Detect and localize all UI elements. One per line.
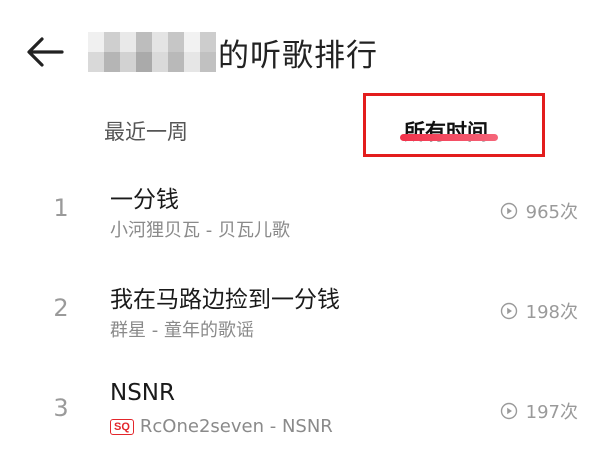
song-artist-album: SQ RcOne2seven - NSNR [110, 416, 333, 437]
play-count-text: 965次 [525, 202, 578, 223]
page-title: 的听歌排行 [218, 37, 378, 74]
song-row[interactable]: 2 我在马路边捡到一分钱 群星 - 童年的歌谣 198次 [0, 260, 600, 360]
song-row[interactable]: 3 NSNR SQ RcOne2seven - NSNR 197次 [0, 360, 600, 450]
play-count: 197次 [500, 398, 578, 424]
song-rank: 1 [53, 194, 69, 222]
redacted-username-mosaic [88, 32, 216, 72]
song-artist-album: 群星 - 童年的歌谣 [110, 316, 254, 342]
song-artist-album: 小河狸贝瓦 - 贝瓦儿歌 [110, 216, 290, 242]
song-title: 一分钱 [110, 187, 179, 213]
play-count-text: 198次 [525, 302, 578, 323]
listening-ranking-page: 的听歌排行 最近一周 所有时间 1 一分钱 小河狸贝瓦 - 贝瓦儿歌 965次 … [0, 0, 600, 450]
song-rank: 2 [53, 294, 69, 322]
tab-recent-week[interactable]: 最近一周 [104, 112, 188, 152]
header: 的听歌排行 [0, 0, 600, 104]
play-count: 965次 [500, 198, 578, 224]
play-circle-icon [500, 402, 517, 420]
sq-quality-badge: SQ [110, 418, 134, 435]
play-circle-icon [500, 302, 517, 320]
page-title-wrap: 的听歌排行 [88, 28, 378, 76]
song-subtitle-text: 群星 - 童年的歌谣 [110, 320, 254, 341]
annotation-highlight-box [363, 93, 545, 157]
play-count: 198次 [500, 298, 578, 324]
back-button[interactable] [22, 30, 70, 74]
arrow-left-icon [27, 37, 64, 67]
song-subtitle-text: 小河狸贝瓦 - 贝瓦儿歌 [110, 220, 290, 241]
song-subtitle-text: RcOne2seven - NSNR [139, 416, 333, 437]
play-count-text: 197次 [525, 402, 578, 423]
song-row[interactable]: 1 一分钱 小河狸贝瓦 - 贝瓦儿歌 965次 [0, 160, 600, 260]
song-rank: 3 [53, 394, 69, 422]
song-title: NSNR [110, 380, 175, 406]
play-circle-icon [500, 202, 517, 220]
song-title: 我在马路边捡到一分钱 [110, 287, 340, 313]
